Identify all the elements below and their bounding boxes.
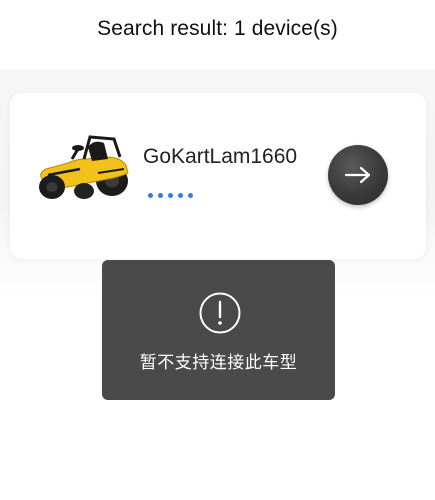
loading-dot [168, 193, 173, 198]
loading-dot [148, 193, 153, 198]
toast-text: 暂不支持连接此车型 [139, 353, 298, 373]
exclamation-icon [199, 292, 241, 334]
loading-dot [188, 193, 193, 198]
page-title: Search result: 1 device(s) [97, 17, 338, 40]
loading-dot [178, 193, 183, 198]
device-card[interactable]: GoKartLam1660 [10, 93, 426, 259]
toast-message-box: 暂不支持连接此车型 [102, 260, 335, 400]
connecting-indicator [148, 193, 193, 198]
loading-dot [158, 193, 163, 198]
device-name: GoKartLam1660 [143, 145, 298, 168]
arrow-right-icon [344, 166, 371, 184]
gokart-icon [39, 135, 129, 199]
connect-button[interactable] [328, 145, 388, 205]
